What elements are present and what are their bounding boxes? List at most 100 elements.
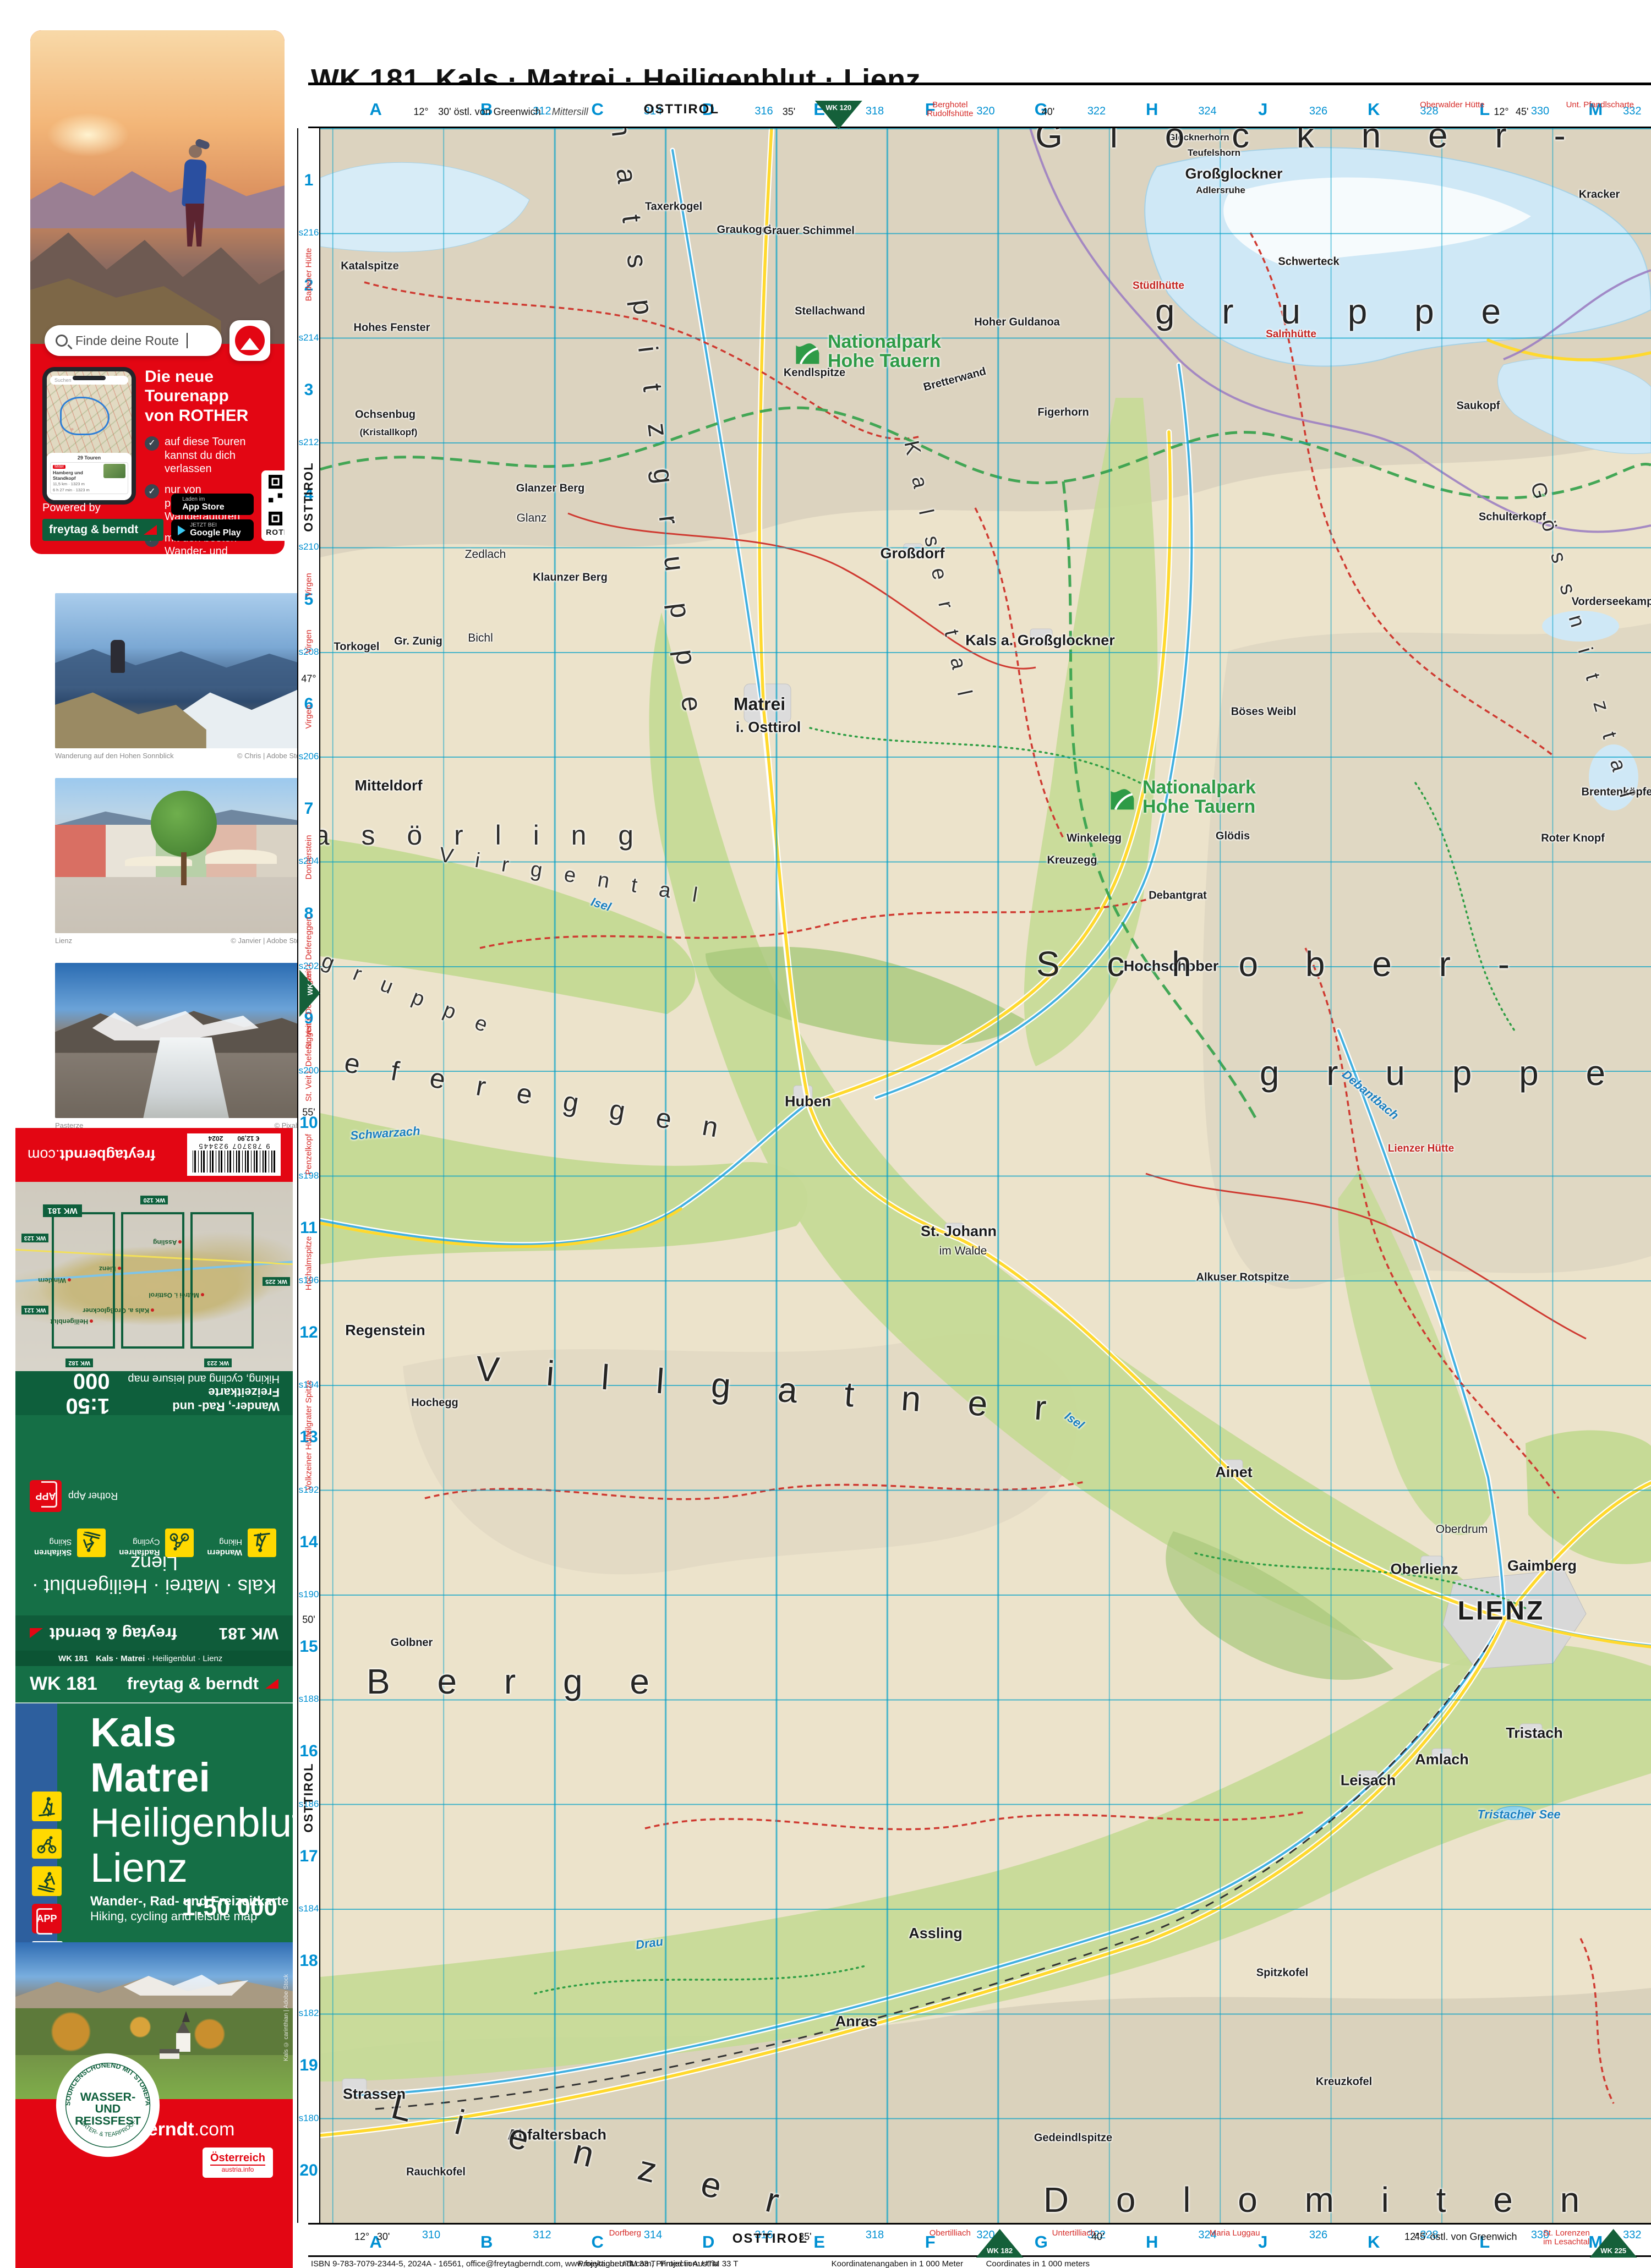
- map-label: Winkelegg: [1067, 832, 1122, 845]
- grid-row-16: 16: [299, 1742, 318, 1761]
- scale-band: Wander-, Rad- und Freizeitkarte Hiking, …: [15, 1371, 293, 1415]
- map-label: Oberdrum: [1436, 1523, 1488, 1536]
- sports-row: WandernHikingRadfahrenCyclingSkifahrenSk…: [34, 1529, 276, 1557]
- map-label: Golbner: [391, 1637, 433, 1650]
- cover-column: Finde deine Route Suchen 29 Touren: [0, 0, 308, 2268]
- grid-northing: s184: [299, 1903, 319, 1914]
- adjacent-sheet-tag: WK 121: [21, 1306, 49, 1314]
- map-label: Isel: [589, 895, 613, 914]
- imprint-coordinates-de: Koordinatenangaben in 1 000 Meterz.B. s2…: [832, 2259, 963, 2268]
- autumn-forest-art: [15, 2008, 293, 2056]
- cover-title: Kals Matrei Heiligenblut Lienz: [90, 1712, 293, 1893]
- map-label: Glödis: [1216, 830, 1250, 843]
- svg-text:REISSFEST: REISSFEST: [75, 2113, 141, 2127]
- map-label: Oberlienz: [1390, 1561, 1458, 1578]
- grid-letter-C: C: [592, 2232, 604, 2252]
- adjacent-sheet-tag: WK 223: [204, 1358, 232, 1367]
- edge-label: 55': [302, 1107, 315, 1119]
- fb-triangle-icon: [265, 1679, 278, 1689]
- coverage-overview-map: WK 181 WK 223WK 182WK 225WK 121WK 123WK …: [15, 1182, 293, 1371]
- map-label: Assling: [909, 1925, 963, 1942]
- imprint-isbn: ISBN 9-783-7079-2344-5, 2024A - 16561, o…: [311, 2259, 718, 2268]
- grid-northing: s214: [299, 332, 319, 343]
- adjacent-sheet-tag: WK 120: [140, 1196, 168, 1204]
- map-label: G l o c k n e r -: [1035, 128, 1584, 156]
- search-input[interactable]: Finde deine Route: [45, 325, 222, 356]
- map-label: G r a n a t s p i t z g r u p p e: [587, 128, 709, 725]
- map-label: im Walde: [939, 1245, 987, 1258]
- map-label: St. Johann: [921, 1223, 997, 1240]
- map-label: Schwerteck: [1278, 256, 1339, 269]
- grid-row-17: 17: [299, 1847, 318, 1866]
- check-icon: ✓: [145, 436, 159, 451]
- edge-label: 12°: [1494, 106, 1508, 118]
- map-label: Tristacher See: [1477, 1807, 1560, 1822]
- photo-caption-row: Wanderung auf den Hohen Sonnblick© Chris…: [55, 752, 307, 760]
- edge-label: BerghotelRudolfshütte: [927, 101, 973, 118]
- app-badge-icon[interactable]: APP: [30, 1480, 62, 1512]
- map-label: Grauer Schimmel: [763, 225, 855, 238]
- grid-letter-B: B: [480, 2232, 493, 2252]
- map-label: Stellachwand: [795, 305, 865, 318]
- church-art: [176, 2021, 190, 2034]
- map-label: D o l o m i t e n: [1043, 2179, 1598, 2220]
- search-icon: [56, 335, 68, 347]
- qr-caption: ROTHER.APP: [266, 528, 285, 536]
- barcode-bars: [193, 1151, 275, 1173]
- edge-label: Virgen: [304, 573, 314, 596]
- edge-label: Virgen: [304, 629, 314, 653]
- rother-brand: ROTHER: [179, 407, 249, 425]
- map-label: Adlersruhe: [1196, 185, 1245, 196]
- map-label: Taxerkogel: [645, 201, 702, 213]
- ruler-left: WK 1231234567891011121314151617181920s21…: [297, 128, 320, 2223]
- map-label: Lienzer Hütte: [1388, 1143, 1454, 1155]
- app-store-badge[interactable]: Laden im App Store: [171, 494, 254, 515]
- cyclist-icon: [165, 1529, 194, 1557]
- map-label: LIENZ: [1458, 1596, 1545, 1626]
- rother-app-promo-card: Finde deine Route Suchen 29 Touren: [30, 30, 285, 554]
- imprint-coordinates-en: Coordinates in 1 000 meterse.g. s210 = 5…: [961, 2259, 1090, 2268]
- rother-qr-code[interactable]: ROTHER.APP: [261, 470, 285, 541]
- grid-row-11: 11: [300, 1219, 318, 1237]
- wk-label: WK 120: [826, 103, 851, 112]
- map-label: Böses Weibl: [1231, 706, 1297, 719]
- grid-row-19: 19: [299, 2056, 318, 2075]
- map-label: (Kristallkopf): [360, 427, 418, 438]
- tour-difficulty-badge: Mittel: [53, 465, 65, 469]
- edge-label: OSTTIROL: [302, 1763, 316, 1833]
- imprint-projection-de: Projektion: UTM 33 TEllipsoid: WGS 84: [578, 2259, 655, 2268]
- map-label: Amlach: [1415, 1751, 1469, 1768]
- overview-sheet-tag: WK 181: [43, 1204, 81, 1217]
- sport-skier: SkifahrenSkiing: [34, 1529, 106, 1557]
- grid-easting: 326: [1309, 2229, 1327, 2242]
- rother-logo-icon: [235, 326, 265, 355]
- photo-art-2: [55, 778, 307, 933]
- rother-app-label: Rother App: [68, 1491, 118, 1502]
- edge-label: 40': [1091, 2231, 1104, 2243]
- grid-easting: 326: [1309, 105, 1327, 118]
- map-label: L a s ö r l i n g: [320, 819, 646, 851]
- rother-app-icon[interactable]: [229, 320, 270, 361]
- np-emblem-icon: [791, 336, 822, 367]
- map-label: Kreuzegg: [1047, 854, 1097, 867]
- grid-easting: 312: [533, 2229, 551, 2242]
- promo-bullet: ✓auf diese Touren kannst du dich verlass…: [145, 435, 272, 475]
- overview-town: Matrei i. Osttirol: [149, 1291, 204, 1299]
- grid-northing: s210: [299, 541, 319, 552]
- map-label: Schwarzach: [350, 1124, 421, 1143]
- austria-logo: Österreich austria.info: [203, 2148, 273, 2178]
- map-label: V i r g e n t a l: [438, 843, 707, 908]
- adjacent-sheet-tag: WK 225: [263, 1277, 290, 1286]
- grid-northing: s212: [299, 437, 319, 448]
- google-play-badge[interactable]: JETZT BEI Google Play: [171, 519, 254, 541]
- church-art: [160, 2049, 179, 2059]
- edge-label: Unt. Pfandlscharte: [1566, 101, 1634, 109]
- phone-tour-count: 29 Touren: [50, 455, 128, 461]
- app-badge-icon[interactable]: APP: [32, 1904, 62, 1933]
- map-label: Mitteldorf: [355, 777, 423, 795]
- map-label: Zedlach: [465, 548, 506, 561]
- grid-letter-K: K: [1368, 100, 1380, 119]
- hiker-icon: [248, 1529, 276, 1557]
- map-label: Regenstein: [345, 1322, 425, 1339]
- map-label: G ö s s n i t z t a l: [1525, 480, 1640, 808]
